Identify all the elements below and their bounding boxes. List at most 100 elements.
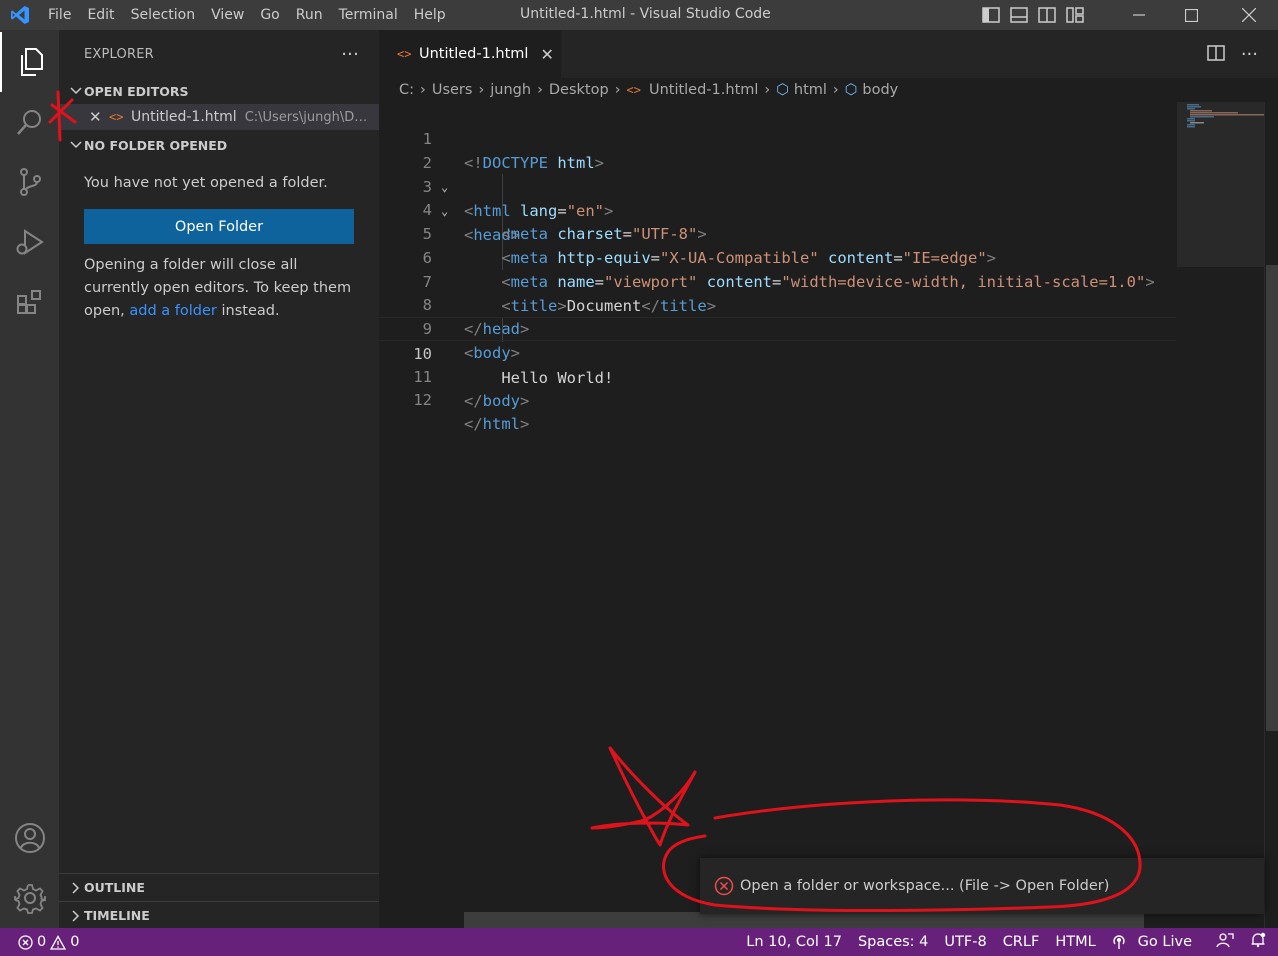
tab-label: Untitled-1.html: [419, 46, 529, 62]
broadcast-icon: [1112, 935, 1125, 949]
add-folder-link[interactable]: add a folder: [129, 303, 217, 319]
html-file-icon: <>: [626, 83, 641, 97]
menu-help[interactable]: Help: [406, 0, 454, 30]
settings-gear-icon[interactable]: [0, 868, 59, 928]
explorer-sidebar: EXPLORER ··· OPEN EDITORS ✕ <> Untitled-…: [59, 30, 379, 928]
breadcrumb-item[interactable]: C:: [399, 82, 414, 98]
extensions-icon[interactable]: [0, 272, 59, 332]
open-folder-button[interactable]: Open Folder: [84, 209, 354, 244]
maximize-button[interactable]: [1162, 0, 1220, 30]
chevron-right-icon: ›: [420, 82, 426, 98]
minimap-slider[interactable]: [1177, 102, 1264, 267]
indentation[interactable]: Spaces: 4: [850, 934, 936, 950]
chevron-right-icon: ›: [764, 82, 771, 98]
go-live-button[interactable]: Go Live: [1104, 934, 1208, 950]
breadcrumb-item[interactable]: body: [862, 82, 898, 98]
code-line-current: 10 Hello World!: [379, 317, 1176, 387]
no-folder-label: NO FOLDER OPENED: [84, 137, 228, 153]
close-window-button[interactable]: [1220, 0, 1278, 30]
explorer-icon[interactable]: [0, 32, 59, 92]
menu-terminal[interactable]: Terminal: [331, 0, 406, 30]
cube-icon: ⬡: [844, 82, 858, 98]
code-line: 9 <body>: [379, 293, 1176, 362]
menu-selection[interactable]: Selection: [123, 0, 204, 30]
explorer-title: EXPLORER: [84, 46, 154, 62]
open-editor-item[interactable]: ✕ <> Untitled-1.html C:\Users\jungh\Desk…: [59, 104, 379, 130]
cube-icon: ⬡: [776, 82, 789, 98]
end-of-line[interactable]: CRLF: [995, 934, 1048, 950]
horizontal-scrollbar[interactable]: [464, 912, 1144, 928]
code-line: 5 <meta http-equiv="X-UA-Compatible" con…: [379, 198, 1176, 267]
breadcrumb-item[interactable]: Desktop: [549, 82, 609, 98]
editor-actions: ···: [1207, 44, 1258, 65]
open-editors-header[interactable]: OPEN EDITORS: [59, 78, 379, 104]
editor-tabs: <> Untitled-1.html ✕ ···: [379, 30, 1278, 78]
chevron-down-icon: [67, 87, 84, 95]
minimize-button[interactable]: [1110, 0, 1168, 30]
code-editor[interactable]: 1 <!DOCTYPE html> 2 ⌄ <html lang="en"> 3…: [379, 102, 1278, 928]
go-live-label: Go Live: [1137, 934, 1192, 950]
toggle-primary-sidebar-icon[interactable]: [980, 4, 1002, 26]
chevron-down-icon: [67, 141, 84, 149]
window-title: Untitled-1.html - Visual Studio Code: [520, 6, 771, 22]
search-icon[interactable]: [0, 92, 59, 152]
code-text: </body>: [464, 392, 530, 410]
split-editor-icon[interactable]: [1207, 44, 1225, 65]
notification-message: Open a folder or workspace... (File -> O…: [740, 878, 1110, 894]
breadcrumb: C: › Users › jungh › Desktop › <> Untitled-1.…: [379, 78, 1278, 102]
tab-untitled-1[interactable]: <> Untitled-1.html ✕: [379, 30, 561, 78]
status-bar: 0 0 Ln 10, Col 17 Spaces: 4 UTF-8 CRLF H…: [0, 928, 1278, 956]
encoding[interactable]: UTF-8: [936, 934, 994, 950]
source-control-icon[interactable]: [0, 152, 59, 212]
run-debug-icon[interactable]: [0, 212, 59, 272]
chevron-right-icon: ›: [537, 82, 543, 98]
no-folder-info-suffix: instead.: [221, 303, 280, 319]
status-bar-right: Ln 10, Col 17 Spaces: 4 UTF-8 CRLF HTML …: [738, 928, 1278, 956]
code-line: 2 ⌄ <html lang="en">: [379, 127, 1176, 220]
error-count: 0: [37, 934, 47, 950]
language-mode[interactable]: HTML: [1047, 934, 1103, 950]
layout-controls: [980, 4, 1086, 26]
accounts-icon[interactable]: [0, 808, 59, 868]
vertical-scrollbar[interactable]: [1264, 102, 1278, 928]
close-icon[interactable]: ✕: [89, 108, 109, 126]
code-line: 7 <title>Document</title>: [379, 246, 1176, 315]
no-folder-message: You have not yet opened a folder.: [84, 175, 328, 191]
toggle-secondary-sidebar-icon[interactable]: [1036, 4, 1058, 26]
breadcrumb-item[interactable]: Users: [432, 82, 473, 98]
outline-section[interactable]: OUTLINE: [59, 873, 379, 901]
cursor-position[interactable]: Ln 10, Col 17: [738, 934, 850, 950]
chevron-right-icon: [67, 881, 84, 894]
problems-indicator[interactable]: 0 0: [0, 934, 79, 950]
menu-file[interactable]: File: [40, 0, 79, 30]
timeline-section[interactable]: TIMELINE: [59, 901, 379, 929]
chevron-right-icon: ›: [614, 82, 621, 98]
no-folder-header[interactable]: NO FOLDER OPENED: [59, 132, 379, 158]
error-notification: Open a folder or workspace... (File -> O…: [700, 858, 1264, 914]
code-text: </html>: [464, 415, 530, 433]
warning-count: 0: [70, 934, 80, 950]
toggle-panel-icon[interactable]: [1008, 4, 1030, 26]
activity-bar: [0, 30, 59, 928]
menu-go[interactable]: Go: [252, 0, 287, 30]
menu-run[interactable]: Run: [288, 0, 331, 30]
breadcrumb-item[interactable]: Untitled-1.html: [649, 82, 758, 98]
title-bar: File Edit Selection View Go Run Terminal…: [0, 0, 1278, 30]
feedback-icon[interactable]: [1208, 932, 1242, 952]
menu-view[interactable]: View: [203, 0, 252, 30]
open-editor-file-name: Untitled-1.html: [131, 109, 237, 125]
close-tab-icon[interactable]: ✕: [540, 45, 553, 64]
more-actions-icon[interactable]: ···: [341, 44, 359, 65]
open-editors-label: OPEN EDITORS: [84, 83, 189, 99]
breadcrumb-item[interactable]: jungh: [490, 82, 531, 98]
notifications-bell-icon[interactable]: [1242, 932, 1278, 952]
customize-layout-icon[interactable]: [1064, 4, 1086, 26]
scrollbar-thumb[interactable]: [1266, 265, 1278, 731]
code-line: 1 <!DOCTYPE html>: [379, 103, 1176, 172]
menu-edit[interactable]: Edit: [79, 0, 122, 30]
more-actions-icon[interactable]: ···: [1241, 44, 1258, 65]
menu-bar: File Edit Selection View Go Run Terminal…: [40, 0, 454, 30]
breadcrumb-item[interactable]: html: [794, 82, 827, 98]
error-icon: [18, 934, 33, 950]
explorer-header: EXPLORER ···: [59, 30, 379, 78]
